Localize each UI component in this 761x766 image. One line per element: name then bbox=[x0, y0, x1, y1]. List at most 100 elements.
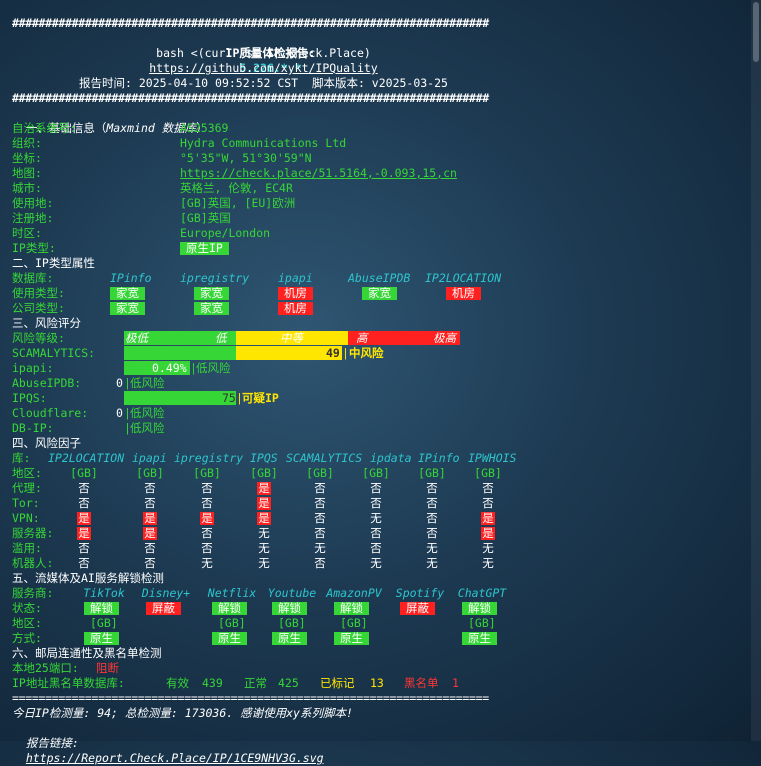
factor-cell: 无 bbox=[258, 541, 270, 555]
factor-cell: [GB] bbox=[306, 466, 334, 480]
stream-status-badge: 解锁 bbox=[84, 602, 119, 615]
type-use-abuseipdb: 家宽 bbox=[362, 287, 397, 300]
factors-db-label: 库: bbox=[12, 451, 31, 465]
risk-level-medium: 中等 bbox=[280, 331, 303, 345]
basic-label: 使用地: bbox=[12, 196, 54, 210]
factor-cell-yes: 是 bbox=[77, 526, 91, 540]
factor-cell: 无 bbox=[258, 556, 270, 570]
stream-method-badge: 原生 bbox=[462, 632, 497, 645]
report-title: IP质量体检报告: 5.226.*.* bbox=[12, 31, 515, 75]
factor-cell-yes: 是 bbox=[143, 526, 157, 540]
factor-cell: 否 bbox=[144, 481, 156, 495]
factor-cell: 否 bbox=[201, 526, 213, 540]
eq-divider: ========================================… bbox=[12, 691, 489, 705]
stream-region-cell: [GB] bbox=[218, 616, 246, 630]
factor-cell: 否 bbox=[144, 541, 156, 555]
basic-label: 地图: bbox=[12, 166, 42, 180]
risk-scamalytics-text: 中风险 bbox=[349, 346, 384, 360]
risk-ipapi-label: ipapi: bbox=[12, 361, 54, 375]
basic-label: 城市: bbox=[12, 181, 42, 195]
factor-row-label: 滥用: bbox=[12, 541, 42, 555]
scrollbar-thumb[interactable] bbox=[753, 2, 759, 62]
stream-method-badge: 原生 bbox=[272, 632, 307, 645]
factor-cell: 否 bbox=[78, 481, 90, 495]
stream-method-badge: 原生 bbox=[84, 632, 119, 645]
factor-row-label: 地区: bbox=[12, 466, 42, 480]
stream-service-header: TikTok bbox=[83, 586, 125, 600]
factor-cell: 否 bbox=[78, 541, 90, 555]
section-type-title: 二、IP类型属性 bbox=[12, 256, 95, 270]
stream-service-header: Disney+ bbox=[141, 586, 191, 600]
factor-cell: 否 bbox=[201, 541, 213, 555]
report-link[interactable]: https://Report.Check.Place/IP/1CE9NHV3G.… bbox=[26, 751, 324, 765]
risk-level-high: 高 bbox=[356, 331, 368, 345]
risk-ipapi-value: 0.49% bbox=[152, 361, 187, 375]
risk-level-very-high: 极高 bbox=[433, 331, 456, 345]
risk-level-label: 风险等级: bbox=[12, 331, 65, 345]
factor-cell: 否 bbox=[426, 511, 438, 525]
type-db-ipapi: ipapi bbox=[278, 271, 313, 285]
risk-scamalytics-value: 49 bbox=[326, 346, 340, 360]
risk-dbip-text: 低风险 bbox=[130, 421, 165, 435]
basic-value: Hydra Communications Ltd bbox=[180, 136, 347, 150]
stream-method-badge: 原生 bbox=[334, 632, 369, 645]
basic-value: 英格兰, 伦敦, EC4R bbox=[180, 181, 293, 195]
basic-value[interactable]: https://check.place/51.5164,-0.093,15,cn bbox=[180, 166, 457, 181]
type-use-ipinfo: 家宽 bbox=[110, 287, 145, 300]
stream-status-badge: 解锁 bbox=[272, 602, 307, 615]
risk-abuse-value: 0 bbox=[116, 376, 123, 390]
footer-report-link: 报告链接: https://Report.Check.Place/IP/1CE9… bbox=[12, 721, 324, 765]
factor-db-header: ipdata bbox=[370, 451, 412, 465]
factor-cell: [GB] bbox=[474, 466, 502, 480]
risk-ipqs-text: 可疑IP bbox=[242, 391, 279, 405]
factor-row-label: 代理: bbox=[12, 481, 42, 495]
factor-cell-yes: 是 bbox=[481, 526, 495, 540]
type-use-ipregistry: 家宽 bbox=[194, 287, 229, 300]
risk-abuse-label: AbuseIPDB: bbox=[12, 376, 82, 390]
factor-db-header: IPWHOIS bbox=[468, 451, 517, 465]
factor-cell: 否 bbox=[426, 496, 438, 510]
mail-marked-label: 已标记 bbox=[320, 676, 355, 690]
basic-label: 坐标: bbox=[12, 151, 42, 165]
type-db-ipregistry: ipregistry bbox=[180, 271, 250, 285]
factor-cell: 否 bbox=[144, 496, 156, 510]
footer-link-label: 报告链接: bbox=[25, 736, 79, 750]
factor-cell: 否 bbox=[314, 556, 326, 570]
risk-cloudflare-text: 低风险 bbox=[130, 406, 165, 420]
factor-cell: 否 bbox=[370, 541, 382, 555]
risk-ipqs-value: 75 bbox=[222, 391, 236, 405]
risk-dbip-label: DB-IP: bbox=[12, 421, 54, 435]
factor-row-label: 服务器: bbox=[12, 526, 54, 540]
factor-cell: 无 bbox=[370, 511, 382, 525]
factor-cell: 否 bbox=[426, 481, 438, 495]
risk-scamalytics-sep: | bbox=[342, 346, 349, 360]
streaming-region-label: 地区: bbox=[12, 616, 42, 630]
stream-service-header: Spotify bbox=[395, 586, 445, 600]
scrollbar[interactable] bbox=[751, 0, 761, 741]
factor-cell: 否 bbox=[78, 556, 90, 570]
factor-cell: 否 bbox=[201, 481, 213, 495]
mail-valid-label: 有效 bbox=[166, 676, 189, 690]
hash-divider-bottom: ########################################… bbox=[12, 91, 489, 105]
basic-value: [GB]英国 bbox=[180, 211, 231, 225]
risk-scamalytics-label: SCAMALYTICS: bbox=[12, 346, 96, 360]
report-time: 报告时间: 2025-04-10 09:52:52 CST 脚本版本: v202… bbox=[79, 76, 448, 90]
factor-cell: 无 bbox=[426, 556, 438, 570]
factor-cell: 无 bbox=[258, 526, 270, 540]
basic-value: Europe/London bbox=[180, 226, 271, 240]
stream-status-badge: 解锁 bbox=[462, 602, 497, 615]
factor-cell-yes: 是 bbox=[481, 511, 495, 525]
github-link[interactable]: https://github.com/xykt/IPQuality bbox=[12, 61, 515, 76]
factor-cell: 否 bbox=[314, 481, 326, 495]
factor-cell: 否 bbox=[370, 496, 382, 510]
basic-value: [GB]英国, [EU]欧洲 bbox=[180, 196, 296, 210]
factor-cell: [GB] bbox=[362, 466, 390, 480]
factor-cell-yes: 是 bbox=[77, 511, 91, 525]
factor-row-label: Tor: bbox=[12, 496, 40, 510]
stream-status-badge: 屏蔽 bbox=[146, 602, 181, 615]
section-risk-title: 三、风险评分 bbox=[12, 316, 81, 330]
risk-scamalytics-bar-green bbox=[124, 346, 236, 360]
basic-label: 组织: bbox=[12, 136, 42, 150]
risk-ipapi-text: 低风险 bbox=[196, 361, 231, 375]
factor-row-label: 机器人: bbox=[12, 556, 54, 570]
